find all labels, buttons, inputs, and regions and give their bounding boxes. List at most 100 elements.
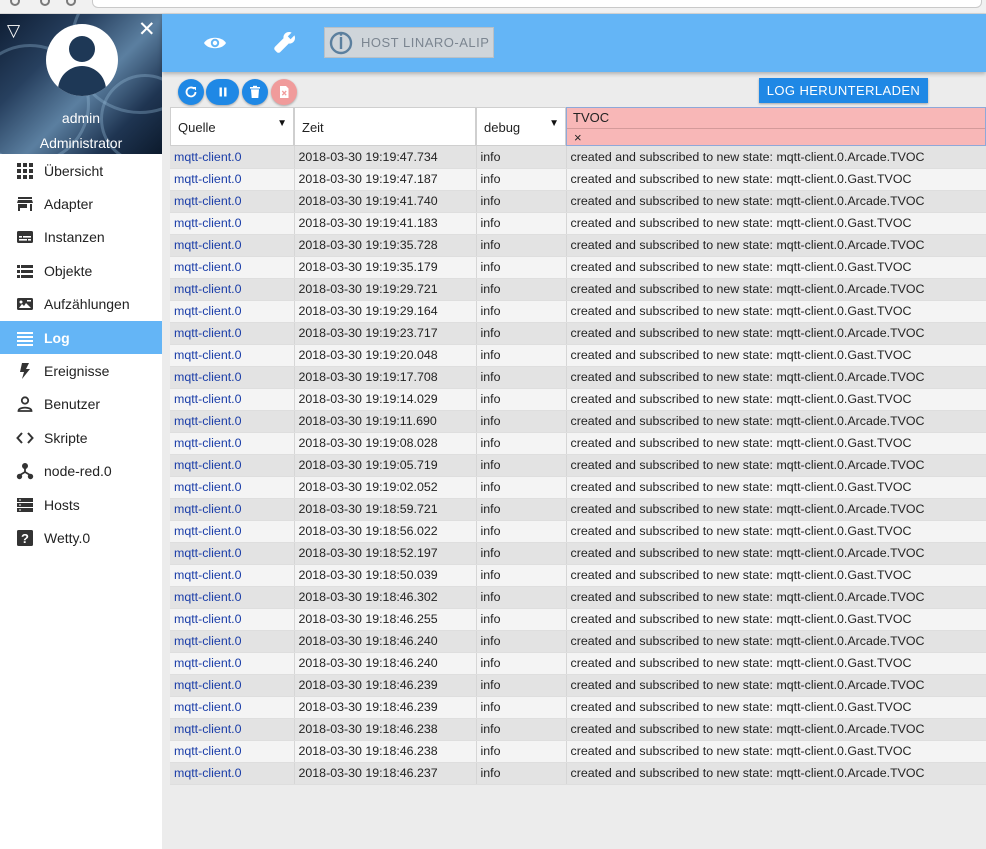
browser-forward-icon[interactable] — [40, 0, 50, 6]
trash-icon — [250, 85, 260, 98]
top-bar: HOST LINARO-ALIP — [162, 14, 986, 72]
sidebar-item-aufzaehlungen[interactable]: Aufzählungen — [0, 288, 162, 321]
log-level-cell: info — [476, 344, 567, 367]
sidebar-item-node-red[interactable]: node-red.0 — [0, 455, 162, 488]
log-source-cell: mqtt-client.0 — [170, 366, 295, 389]
table-row: mqtt-client.0 2018-03-30 19:19:29.164 info… — [170, 300, 986, 323]
sidebar-item-ereignisse[interactable]: Ereignisse — [0, 354, 162, 387]
refresh-button[interactable] — [178, 79, 204, 105]
log-level-cell: info — [476, 234, 567, 257]
log-time-cell: 2018-03-30 19:18:46.239 — [294, 696, 477, 719]
subtitles-icon — [16, 228, 34, 246]
log-source-cell: mqtt-client.0 — [170, 542, 295, 565]
delete-button[interactable] — [242, 79, 268, 105]
table-row: mqtt-client.0 2018-03-30 19:19:11.690 info… — [170, 410, 986, 433]
log-time-cell: 2018-03-30 19:18:59.721 — [294, 498, 477, 521]
app-root: ▽ ✕ admin Administrator Übersicht Adapte… — [0, 0, 986, 849]
sidebar-item-label: Benutzer — [44, 396, 101, 413]
sidebar-nav: Übersicht Adapter Instanzen Objekte Aufz… — [0, 154, 162, 555]
browser-reload-icon[interactable] — [66, 0, 76, 6]
level-filter[interactable]: debug ▼ — [476, 107, 566, 146]
sidebar-item-hosts[interactable]: Hosts — [0, 488, 162, 521]
time-filter-field[interactable]: Zeit — [294, 107, 476, 146]
log-source-cell: mqtt-client.0 — [170, 630, 295, 653]
browser-url-bar[interactable] — [92, 0, 982, 8]
log-source-cell: mqtt-client.0 — [170, 762, 295, 785]
close-icon[interactable]: ✕ — [138, 19, 156, 40]
log-message-cell: created and subscribed to new state: mqt… — [566, 542, 986, 565]
log-message-cell: created and subscribed to new state: mqt… — [566, 476, 986, 499]
sidebar-item-adapter[interactable]: Adapter — [0, 187, 162, 220]
table-row: mqtt-client.0 2018-03-30 19:18:46.239 info… — [170, 696, 986, 719]
log-time-cell: 2018-03-30 19:19:23.717 — [294, 322, 477, 345]
log-source-cell: mqtt-client.0 — [170, 498, 295, 521]
svg-text:?: ? — [21, 531, 29, 546]
log-message-cell: created and subscribed to new state: mqt… — [566, 410, 986, 433]
log-level-cell: info — [476, 718, 567, 741]
sidebar-item-instanzen[interactable]: Instanzen — [0, 221, 162, 254]
clear-filter-icon[interactable]: × — [574, 130, 582, 145]
eye-icon[interactable] — [200, 28, 230, 58]
photo-album-icon — [16, 295, 34, 313]
table-row: mqtt-client.0 2018-03-30 19:18:50.039 info… — [170, 564, 986, 587]
log-message-cell: created and subscribed to new state: mqt… — [566, 520, 986, 543]
sidebar-item-objekte[interactable]: Objekte — [0, 254, 162, 287]
log-message-cell: created and subscribed to new state: mqt… — [566, 146, 986, 169]
log-level-cell: info — [476, 256, 567, 279]
log-message-cell: created and subscribed to new state: mqt… — [566, 322, 986, 345]
log-level-cell: info — [476, 740, 567, 763]
table-row: mqtt-client.0 2018-03-30 19:18:46.238 info… — [170, 740, 986, 763]
log-time-cell: 2018-03-30 19:18:46.237 — [294, 762, 477, 785]
source-filter[interactable]: Quelle ▼ — [170, 107, 294, 146]
message-filter[interactable]: TVOC × — [566, 107, 986, 146]
sidebar-item-log[interactable]: Log — [0, 320, 162, 355]
table-row: mqtt-client.0 2018-03-30 19:19:41.740 info… — [170, 190, 986, 213]
log-time-cell: 2018-03-30 19:18:46.240 — [294, 630, 477, 653]
table-row: mqtt-client.0 2018-03-30 19:19:14.029 info… — [170, 388, 986, 411]
wrench-icon[interactable] — [270, 28, 300, 58]
log-time-cell: 2018-03-30 19:19:47.187 — [294, 168, 477, 191]
log-message-cell: created and subscribed to new state: mqt… — [566, 454, 986, 477]
browser-back-icon[interactable] — [10, 0, 20, 6]
table-row: mqtt-client.0 2018-03-30 19:18:46.238 info… — [170, 718, 986, 741]
log-time-cell: 2018-03-30 19:18:46.238 — [294, 718, 477, 741]
sidebar-item-label: Skripte — [44, 429, 88, 446]
pause-button[interactable] — [206, 79, 239, 105]
log-time-cell: 2018-03-30 19:19:29.721 — [294, 278, 477, 301]
log-level-cell: info — [476, 696, 567, 719]
download-log-button[interactable]: LOG HERUNTERLADEN — [759, 78, 928, 103]
message-filter-input[interactable]: TVOC — [567, 108, 985, 129]
store-icon — [16, 195, 34, 213]
table-row: mqtt-client.0 2018-03-30 19:19:29.721 info… — [170, 278, 986, 301]
log-level-cell: info — [476, 608, 567, 631]
host-button[interactable]: HOST LINARO-ALIP — [324, 27, 494, 58]
log-source-cell: mqtt-client.0 — [170, 564, 295, 587]
log-source-cell: mqtt-client.0 — [170, 454, 295, 477]
log-level-cell: info — [476, 322, 567, 345]
sidebar-item-label: Aufzählungen — [44, 296, 130, 313]
log-source-cell: mqtt-client.0 — [170, 256, 295, 279]
menu-toggle-icon[interactable]: ▽ — [7, 22, 20, 39]
log-message-cell: created and subscribed to new state: mqt… — [566, 498, 986, 521]
sidebar-item-wetty[interactable]: ? Wetty.0 — [0, 521, 162, 554]
log-time-cell: 2018-03-30 19:19:14.029 — [294, 388, 477, 411]
log-time-cell: 2018-03-30 19:19:47.734 — [294, 146, 477, 169]
clear-log-button[interactable] — [271, 79, 297, 105]
table-row: mqtt-client.0 2018-03-30 19:19:47.734 info… — [170, 146, 986, 169]
table-row: mqtt-client.0 2018-03-30 19:18:46.239 info… — [170, 674, 986, 697]
log-time-cell: 2018-03-30 19:19:20.048 — [294, 344, 477, 367]
browser-toolbar — [0, 0, 986, 14]
apps-grid-icon — [16, 162, 34, 180]
log-message-cell: created and subscribed to new state: mqt… — [566, 366, 986, 389]
sidebar-item-label: Wetty.0 — [44, 529, 91, 546]
sidebar-item-label: Übersicht — [44, 162, 104, 179]
sidebar-item-benutzer[interactable]: Benutzer — [0, 388, 162, 421]
sidebar-item-skripte[interactable]: Skripte — [0, 421, 162, 454]
log-level-cell: info — [476, 388, 567, 411]
sidebar-item-uebersicht[interactable]: Übersicht — [0, 154, 162, 187]
log-message-cell: created and subscribed to new state: mqt… — [566, 234, 986, 257]
log-message-cell: created and subscribed to new state: mqt… — [566, 762, 986, 785]
log-message-cell: created and subscribed to new state: mqt… — [566, 300, 986, 323]
log-message-cell: created and subscribed to new state: mqt… — [566, 256, 986, 279]
log-message-cell: created and subscribed to new state: mqt… — [566, 168, 986, 191]
